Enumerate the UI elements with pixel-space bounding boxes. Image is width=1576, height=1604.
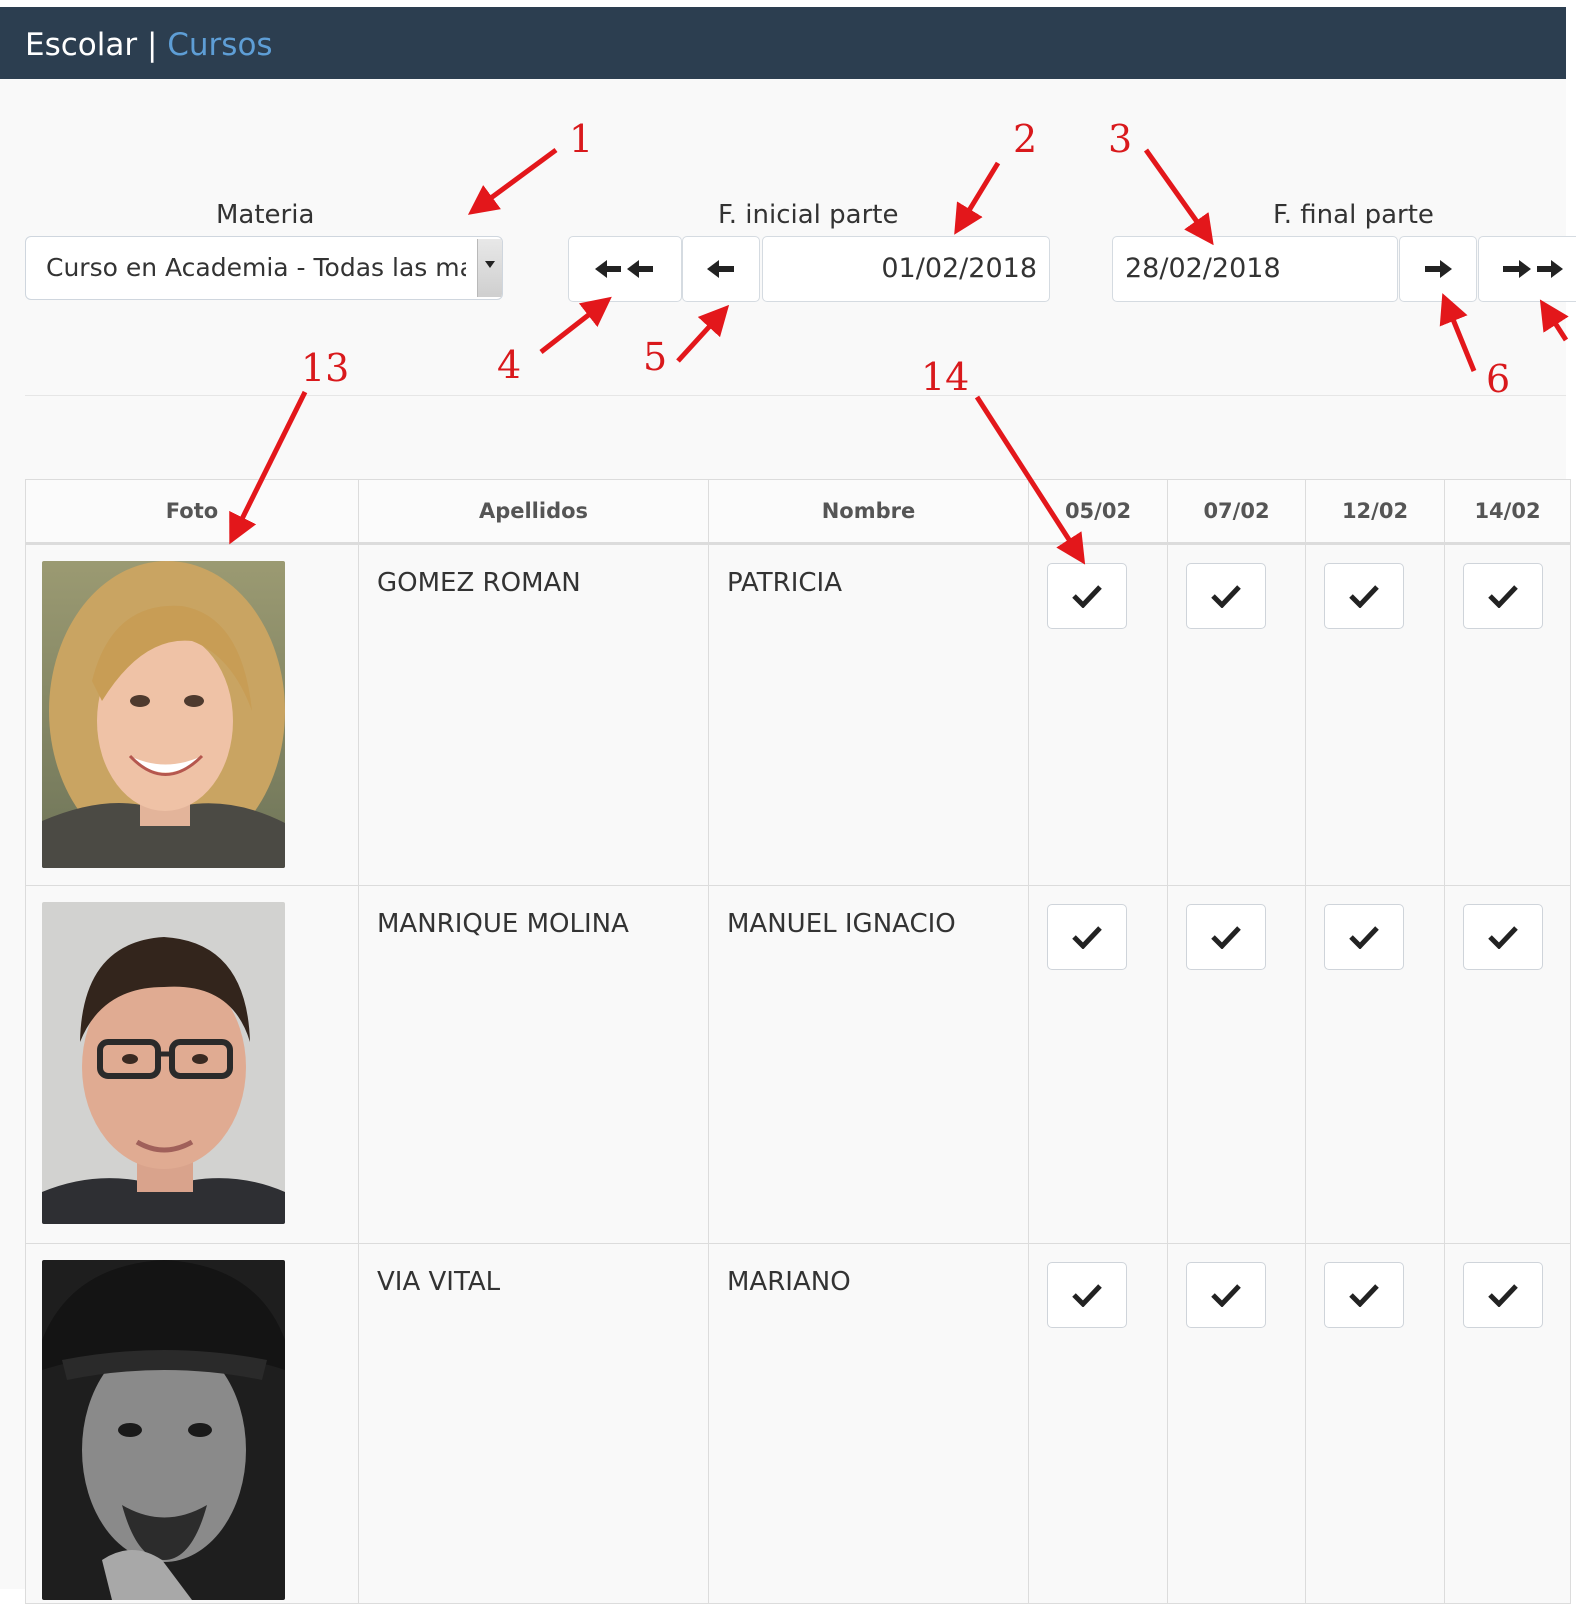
check-icon <box>1488 1284 1518 1307</box>
top-navbar: Escolar | Cursos <box>0 7 1566 79</box>
attendance-checkbox[interactable] <box>1186 904 1266 970</box>
annotation-number: 13 <box>301 346 350 390</box>
nombre-text: MARIANO <box>727 1267 851 1297</box>
annotation-number: 6 <box>1486 357 1511 401</box>
table-row: GOMEZ ROMAN PATRICIA <box>25 543 1571 886</box>
attendance-checkbox[interactable] <box>1047 1262 1127 1328</box>
column-header-nombre[interactable]: Nombre <box>708 479 1029 545</box>
table-row: VIA VITAL MARIANO <box>25 1243 1571 1604</box>
apellidos-cell: VIA VITAL <box>358 1243 709 1604</box>
attendance-checkbox[interactable] <box>1186 563 1266 629</box>
materia-select[interactable]: Curso en Academia - Todas las ma <box>25 236 503 300</box>
attendance-cell <box>1444 885 1571 1244</box>
materia-select-value: Curso en Academia - Todas las ma <box>46 253 466 282</box>
attendance-checkbox[interactable] <box>1047 904 1127 970</box>
attendance-checkbox[interactable] <box>1463 1262 1543 1328</box>
attendance-checkbox[interactable] <box>1463 563 1543 629</box>
attendance-cell <box>1305 885 1445 1244</box>
check-icon <box>1349 926 1379 949</box>
nombre-cell: PATRICIA <box>708 543 1029 886</box>
annotation-number: 14 <box>921 355 970 399</box>
column-header-date[interactable]: 07/02 <box>1167 479 1306 545</box>
double-arrow-right-icon <box>1503 260 1563 278</box>
app-brand[interactable]: Escolar | Cursos <box>25 27 273 63</box>
divider <box>25 395 1566 396</box>
attendance-cell <box>1444 543 1571 886</box>
attendance-cell <box>1028 1243 1168 1604</box>
chevron-down-icon[interactable] <box>477 239 502 297</box>
check-icon <box>1072 1284 1102 1307</box>
attendance-checkbox[interactable] <box>1324 904 1404 970</box>
student-photo <box>42 561 285 868</box>
annotation-number: 3 <box>1108 117 1133 161</box>
attendance-cell <box>1167 1243 1306 1604</box>
fecha-final-input[interactable]: 28/02/2018 <box>1112 236 1398 302</box>
attendance-cell <box>1028 543 1168 886</box>
nombre-text: PATRICIA <box>727 568 843 598</box>
column-header-date[interactable]: 12/02 <box>1305 479 1445 545</box>
attendance-cell <box>1305 543 1445 886</box>
fecha-final-label: F. final parte <box>1273 200 1434 230</box>
nombre-cell: MANUEL IGNACIO <box>708 885 1029 1244</box>
attendance-checkbox[interactable] <box>1186 1262 1266 1328</box>
check-icon <box>1211 585 1241 608</box>
arrow-right-icon <box>1425 260 1452 278</box>
brand-separator: | <box>137 27 168 63</box>
fecha-inicial-label: F. inicial parte <box>718 200 899 230</box>
annotation-number: 2 <box>1013 117 1038 161</box>
materia-label: Materia <box>216 200 315 230</box>
attendance-cell <box>1305 1243 1445 1604</box>
table-row: MANRIQUE MOLINA MANUEL IGNACIO <box>25 885 1571 1244</box>
last-period-button[interactable] <box>1478 236 1576 302</box>
apellidos-cell: MANRIQUE MOLINA <box>358 885 709 1244</box>
attendance-table: Foto Apellidos Nombre 05/02 07/02 12/02 … <box>25 479 1571 1604</box>
photo-cell <box>25 1243 359 1604</box>
attendance-cell <box>1444 1243 1571 1604</box>
check-icon <box>1072 585 1102 608</box>
annotation-number: 4 <box>497 343 522 387</box>
column-header-date[interactable]: 14/02 <box>1444 479 1571 545</box>
first-period-button[interactable] <box>568 236 682 302</box>
check-icon <box>1072 926 1102 949</box>
next-period-button[interactable] <box>1399 236 1477 302</box>
column-header-apellidos[interactable]: Apellidos <box>358 479 709 545</box>
attendance-checkbox[interactable] <box>1324 1262 1404 1328</box>
check-icon <box>1488 585 1518 608</box>
photo-cell <box>25 885 359 1244</box>
student-photo <box>42 1260 285 1600</box>
attendance-cell <box>1167 885 1306 1244</box>
brand-name: Escolar <box>25 27 138 63</box>
column-header-date[interactable]: 05/02 <box>1028 479 1168 545</box>
double-arrow-left-icon <box>595 260 653 278</box>
attendance-checkbox[interactable] <box>1463 904 1543 970</box>
student-photo <box>42 902 285 1224</box>
apellidos-text: GOMEZ ROMAN <box>377 568 581 598</box>
check-icon <box>1349 1284 1379 1307</box>
attendance-cell <box>1167 543 1306 886</box>
previous-period-button[interactable] <box>682 236 760 302</box>
check-icon <box>1349 585 1379 608</box>
annotation-number: 5 <box>643 335 668 379</box>
arrow-left-icon <box>707 260 734 278</box>
apellidos-cell: GOMEZ ROMAN <box>358 543 709 886</box>
apellidos-text: VIA VITAL <box>377 1267 501 1297</box>
apellidos-text: MANRIQUE MOLINA <box>377 909 629 939</box>
column-header-foto[interactable]: Foto <box>25 479 359 545</box>
attendance-checkbox[interactable] <box>1324 563 1404 629</box>
check-icon <box>1211 1284 1241 1307</box>
attendance-checkbox[interactable] <box>1047 563 1127 629</box>
check-icon <box>1211 926 1241 949</box>
fecha-inicial-input[interactable]: 01/02/2018 <box>762 236 1050 302</box>
table-header-row: Foto Apellidos Nombre 05/02 07/02 12/02 … <box>25 479 1571 545</box>
annotation-number: 1 <box>569 117 594 161</box>
nombre-cell: MARIANO <box>708 1243 1029 1604</box>
section-link[interactable]: Cursos <box>167 27 272 63</box>
nombre-text: MANUEL IGNACIO <box>727 909 956 939</box>
attendance-cell <box>1028 885 1168 1244</box>
photo-cell <box>25 543 359 886</box>
check-icon <box>1488 926 1518 949</box>
